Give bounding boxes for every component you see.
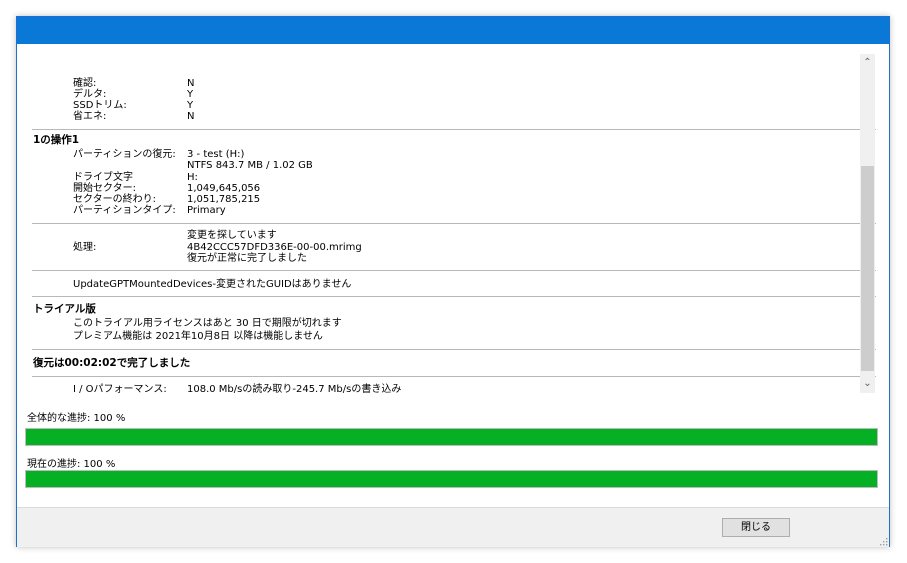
resize-grip-icon[interactable]: [878, 536, 888, 546]
section-divider: [32, 270, 876, 271]
option-label-delta: デルタ:: [73, 89, 107, 100]
log-scrollbar[interactable]: ⌃ ⌄: [860, 54, 875, 393]
section-divider: [32, 129, 876, 130]
option-value-delta: Y: [187, 89, 194, 100]
partition-filesystem-value: NTFS 843.7 MB / 1.02 GB: [187, 160, 313, 171]
end-sector-value: 1,051,785,215: [187, 194, 261, 205]
trial-expiry-text: このトライアル用ライセンスはあと 30 日で期限が切れます: [73, 318, 342, 329]
end-sector-label: セクターの終わり:: [73, 194, 156, 205]
overall-progress-bar: [25, 428, 878, 446]
partition-restore-label: パーティションの復元:: [73, 149, 176, 160]
option-value-verify: N: [187, 78, 195, 89]
io-performance-value: 108.0 Mb/sの読み取り-245.7 Mb/sの書き込み: [187, 384, 402, 393]
log-panel: 確認: N デルタ: Y SSDトリム: Y 省エネ: N 1の操作1 パーティ…: [24, 53, 876, 393]
processing-line-3: 復元が正常に完了しました: [187, 253, 307, 264]
section-divider: [32, 349, 876, 350]
chevron-up-icon[interactable]: ⌃: [860, 56, 875, 70]
current-progress-bar: [25, 470, 878, 488]
option-label-ssd-trim: SSDトリム:: [73, 100, 127, 111]
section-divider: [32, 223, 876, 224]
processing-line-2: 4B42CCC57DFD336E-00-00.mrimg: [187, 242, 362, 253]
drive-letter-label: ドライブ文字: [73, 172, 133, 183]
trial-premium-text: プレミアム機能は 2021年10月8日 以降は機能しません: [73, 331, 323, 342]
close-button[interactable]: 閉じる: [722, 518, 790, 537]
overall-progress-label: 全体的な進捗: 100 %: [27, 413, 126, 424]
gpt-message: UpdateGPTMountedDevices-変更されたGUIDはありません: [73, 279, 352, 290]
dialog-footer: 閉じる: [17, 507, 889, 547]
operation-heading: 1の操作1: [33, 134, 80, 146]
chevron-down-icon[interactable]: ⌄: [860, 377, 875, 391]
current-progress-label: 現在の進捗: 100 %: [27, 459, 116, 470]
partition-type-value: Primary: [187, 205, 226, 216]
title-bar[interactable]: [17, 17, 889, 44]
current-progress-fill: [26, 471, 877, 487]
complete-heading: 復元は00:02:02で完了しました: [33, 357, 191, 369]
trial-heading: トライアル版: [33, 303, 96, 315]
option-value-power-save: N: [187, 111, 195, 122]
option-label-verify: 確認:: [73, 78, 97, 89]
start-sector-value: 1,049,645,056: [187, 183, 261, 194]
processing-line-1: 変更を探しています: [187, 230, 277, 241]
overall-progress-fill: [26, 429, 877, 445]
drive-letter-value: H:: [187, 172, 198, 183]
scroll-thumb[interactable]: [861, 166, 874, 371]
processing-label: 処理:: [73, 242, 97, 253]
io-performance-label: I / Oパフォーマンス:: [73, 384, 167, 393]
option-value-ssd-trim: Y: [187, 100, 194, 111]
restore-dialog: 確認: N デルタ: Y SSDトリム: Y 省エネ: N 1の操作1 パーティ…: [16, 16, 890, 547]
partition-type-label: パーティションタイプ:: [73, 205, 176, 216]
section-divider: [32, 376, 876, 377]
section-divider: [32, 296, 876, 297]
option-label-power-save: 省エネ:: [73, 111, 107, 122]
partition-restore-value: 3 - test (H:): [187, 149, 245, 160]
start-sector-label: 開始セクター:: [73, 183, 136, 194]
